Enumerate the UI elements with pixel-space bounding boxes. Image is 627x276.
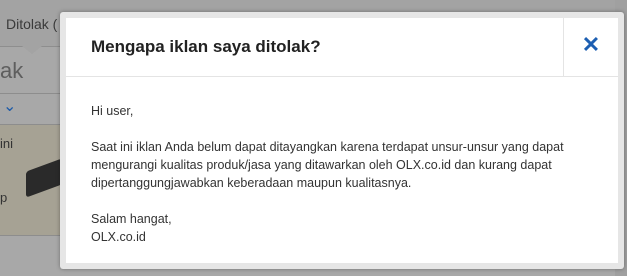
- modal-body: Hi user, Saat ini iklan Anda belum dapat…: [91, 102, 598, 246]
- body-text-line: dipertanggungjawabkan keberadaan maupun …: [91, 176, 412, 190]
- signoff-text: Salam hangat,: [91, 212, 172, 226]
- rejection-reason-modal: Mengapa iklan saya ditolak? ✕ Hi user, S…: [60, 12, 624, 269]
- close-icon: ✕: [581, 32, 601, 57]
- signature-text: OLX.co.id: [91, 230, 146, 244]
- listing-text: p: [0, 190, 8, 205]
- modal-title: Mengapa iklan saya ditolak?: [91, 37, 321, 56]
- modal-content: Mengapa iklan saya ditolak? ✕ Hi user, S…: [66, 18, 618, 263]
- background-heading: ak: [0, 58, 24, 83]
- greeting-text: Hi user,: [91, 104, 134, 118]
- listing-text: ini: [0, 136, 14, 151]
- tab-rejected[interactable]: Ditolak (: [6, 16, 57, 32]
- active-tab-indicator: [22, 46, 42, 54]
- chevron-down-icon[interactable]: ⌄: [3, 96, 16, 116]
- close-button[interactable]: ✕: [563, 18, 618, 76]
- modal-header: Mengapa iklan saya ditolak? ✕: [66, 18, 618, 77]
- body-text-line: mengurangi kualitas produk/jasa yang dit…: [91, 158, 552, 172]
- body-text-line: Saat ini iklan Anda belum dapat ditayang…: [91, 140, 564, 154]
